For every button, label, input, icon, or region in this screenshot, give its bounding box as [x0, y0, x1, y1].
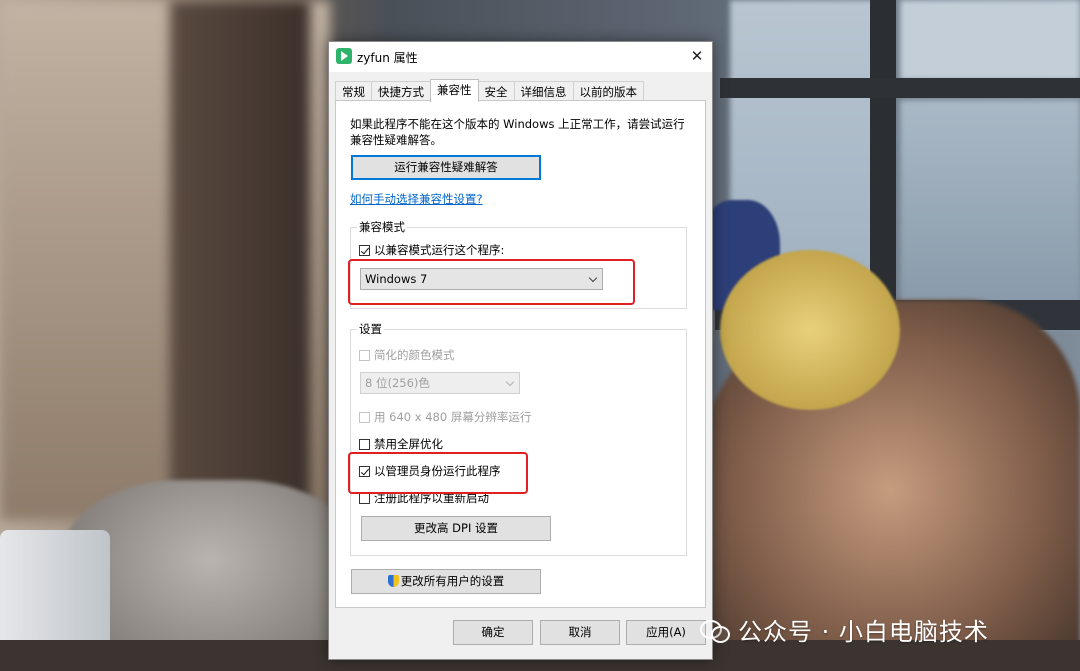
background-window-frame: [720, 78, 1080, 98]
tab-shortcut[interactable]: 快捷方式: [371, 81, 431, 102]
compat-mode-group-title: 兼容模式: [357, 219, 407, 235]
compat-mode-checkbox-label: 以兼容模式运行这个程序:: [374, 243, 505, 257]
background-window-pane: [900, 100, 1080, 330]
reduced-color-checkbox[interactable]: 简化的颜色模式: [359, 347, 455, 363]
title-bar[interactable]: zyfun 属性 ✕: [329, 42, 712, 72]
checkbox-box[interactable]: [359, 492, 370, 504]
color-mode-select[interactable]: 8 位(256)色: [360, 372, 520, 394]
wechat-icon: [700, 618, 730, 643]
reduced-color-label: 简化的颜色模式: [374, 348, 455, 362]
background-curtain: [170, 0, 310, 530]
dialog-title: zyfun 属性: [357, 51, 418, 65]
highlight-compat-mode: [348, 259, 635, 305]
tab-security[interactable]: 安全: [477, 81, 515, 102]
background-plush-toy: [720, 250, 900, 410]
background-window-pane: [900, 0, 1080, 80]
disable-fullscreen-checkbox[interactable]: 禁用全屏优化: [359, 436, 443, 452]
disable-fullscreen-label: 禁用全屏优化: [374, 437, 443, 451]
watermark: 公众号 · 小白电脑技术: [700, 612, 989, 647]
compat-mode-checkbox[interactable]: 以兼容模式运行这个程序:: [359, 242, 504, 258]
settings-group-title: 设置: [357, 321, 384, 337]
app-icon: [336, 48, 352, 64]
cancel-button[interactable]: 取消: [540, 620, 620, 645]
checkbox-box[interactable]: [359, 411, 370, 423]
compatibility-panel: 如果此程序不能在这个版本的 Windows 上正常工作，请尝试运行兼容性疑难解答…: [335, 100, 706, 608]
properties-dialog: zyfun 属性 ✕ 常规 快捷方式 兼容性 安全 详细信息 以前的版本 如果此…: [328, 41, 713, 660]
change-all-users-label: 更改所有用户的设置: [400, 574, 505, 588]
manual-settings-link[interactable]: 如何手动选择兼容性设置?: [350, 191, 483, 207]
chevron-down-icon: [505, 377, 515, 387]
res-640-label: 用 640 x 480 屏幕分辨率运行: [374, 410, 532, 424]
checkbox-box[interactable]: [359, 244, 370, 256]
compat-description: 如果此程序不能在这个版本的 Windows 上正常工作，请尝试运行兼容性疑难解答…: [350, 117, 685, 147]
ok-button[interactable]: 确定: [453, 620, 533, 645]
close-button[interactable]: ✕: [682, 42, 712, 70]
apply-button[interactable]: 应用(A): [626, 620, 706, 645]
tab-previous-versions[interactable]: 以前的版本: [572, 81, 644, 102]
res-640-checkbox[interactable]: 用 640 x 480 屏幕分辨率运行: [359, 409, 531, 425]
settings-group: 设置 简化的颜色模式 8 位(256)色 用 640 x 480 屏幕分辨率运行…: [350, 321, 687, 556]
checkbox-box[interactable]: [359, 349, 370, 361]
tab-general[interactable]: 常规: [335, 81, 372, 102]
shield-icon: [387, 575, 399, 587]
watermark-text: 公众号 · 小白电脑技术: [738, 618, 989, 646]
checkbox-box[interactable]: [359, 438, 370, 450]
tab-bar: 常规 快捷方式 兼容性 安全 详细信息 以前的版本: [335, 79, 644, 102]
tab-details[interactable]: 详细信息: [513, 81, 574, 102]
troubleshoot-button[interactable]: 运行兼容性疑难解答: [351, 155, 541, 180]
change-all-users-button[interactable]: 更改所有用户的设置: [351, 569, 541, 594]
highlight-run-as-admin: [348, 452, 528, 494]
color-mode-select-value: 8 位(256)色: [365, 376, 430, 390]
tab-compatibility[interactable]: 兼容性: [430, 79, 479, 102]
change-dpi-button[interactable]: 更改高 DPI 设置: [361, 516, 551, 541]
